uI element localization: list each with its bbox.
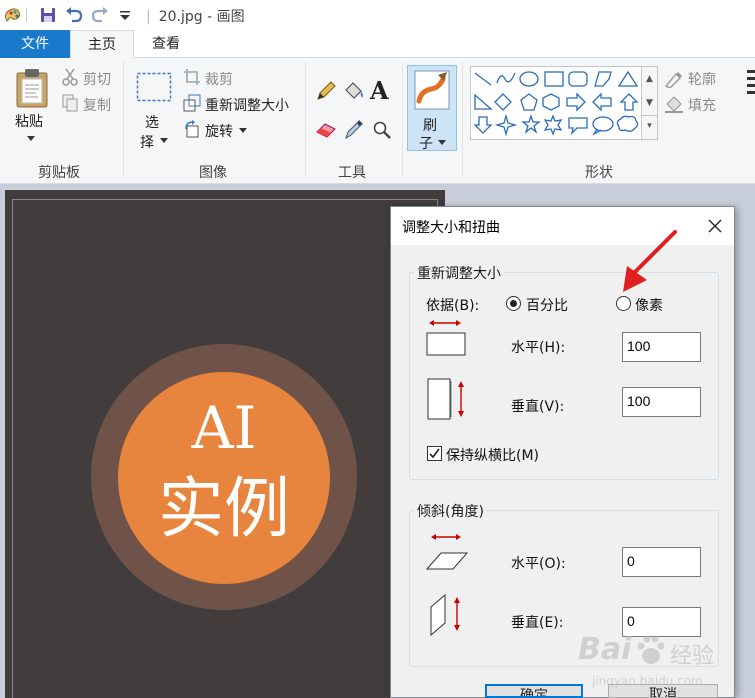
resize-section-label: 重新调整大小 — [414, 263, 504, 283]
keep-ratio-label[interactable]: 保持纵横比(M) — [446, 445, 539, 465]
brushes-label-1: 刷 — [423, 118, 437, 134]
watermark-brand: Bai — [578, 632, 632, 667]
watermark-brand-2: 经验 — [670, 644, 715, 669]
logo-text-example: 实例 — [158, 470, 290, 547]
skew-vertical-label: 垂直(E): — [511, 615, 564, 631]
ribbon-tab-row: 文件 主页 查看 — [0, 30, 755, 59]
rotate-icon[interactable] — [183, 120, 201, 138]
customize-quick-access-icon[interactable] — [115, 5, 135, 25]
gallery-expand-icon[interactable]: ▾ — [642, 115, 657, 139]
brushes-label-2: 子 — [419, 136, 433, 152]
radio-pixels[interactable] — [616, 296, 631, 311]
checkmark-icon — [429, 448, 440, 459]
magnifier-icon[interactable] — [372, 120, 392, 140]
skew-vertical-icon — [430, 593, 460, 637]
rotate-button[interactable]: 旋转 — [205, 121, 233, 141]
paste-button[interactable]: 粘贴 — [15, 111, 43, 131]
select-button-label-2[interactable]: 择 — [140, 132, 154, 152]
save-icon[interactable] — [38, 5, 58, 25]
brush-icon — [414, 70, 450, 110]
watermark: Bai 经验 jingyan.baidu.com — [578, 632, 750, 694]
radio-percent-label[interactable]: 百分比 — [526, 295, 568, 315]
group-label-shapes: 形状 — [585, 165, 613, 181]
group-separator — [462, 62, 463, 177]
crop-button[interactable]: 裁剪 — [205, 69, 233, 89]
dialog-title: 调整大小和扭曲 — [402, 220, 500, 236]
resize-horizontal-input[interactable]: 100 — [622, 332, 701, 362]
paste-icon[interactable] — [14, 68, 50, 108]
copy-button[interactable]: 复制 — [83, 95, 111, 115]
radio-pixels-label[interactable]: 像素 — [635, 295, 663, 315]
color-picker-icon[interactable] — [344, 118, 364, 140]
undo-icon[interactable] — [64, 5, 84, 25]
paste-dropdown-icon[interactable] — [26, 134, 36, 142]
skew-horizontal-label: 水平(O): — [511, 556, 566, 572]
resize-vertical-label: 垂直(V): — [511, 399, 565, 415]
watermark-url: jingyan.baidu.com — [592, 674, 703, 688]
ok-button-label: 确定 — [520, 688, 548, 698]
ok-button[interactable]: 确定 — [485, 684, 583, 698]
brushes-button[interactable]: 刷 子 — [407, 65, 457, 152]
fill-bucket-icon[interactable] — [342, 80, 366, 102]
keep-ratio-checkbox[interactable] — [427, 446, 442, 461]
resize-horizontal-icon — [426, 320, 466, 356]
brushes-dropdown-icon — [438, 140, 446, 145]
tab-view[interactable]: 查看 — [134, 30, 198, 59]
group-separator — [123, 62, 124, 177]
window-title-text: 20.jpg - 画图 — [158, 9, 245, 25]
eraser-icon[interactable] — [315, 120, 337, 138]
select-icon[interactable] — [136, 72, 172, 102]
outline-icon[interactable] — [664, 70, 684, 88]
ribbon: 粘贴 剪切 复制 剪贴板 选 择 裁剪 重新调整大小 旋转 图像 A 工具 刷 … — [0, 58, 755, 184]
resize-vertical-icon — [427, 378, 464, 420]
group-label-image: 图像 — [199, 165, 227, 181]
scroll-down-icon[interactable]: ▼ — [642, 91, 657, 115]
fill-icon[interactable] — [664, 95, 684, 113]
copy-icon[interactable] — [62, 94, 78, 112]
select-button[interactable]: 选 — [145, 112, 159, 132]
resize-skew-dialog: 调整大小和扭曲 重新调整大小 依据(B): 百分比 像素 水平(H): 100 … — [390, 206, 735, 698]
skew-horizontal-input[interactable]: 0 — [622, 547, 701, 577]
radio-percent[interactable] — [506, 296, 521, 311]
logo-text-ai: AI — [191, 394, 257, 462]
title-bar: | 20.jpg - 画图 — [0, 0, 755, 30]
shapes-gallery[interactable] — [470, 66, 642, 140]
shapes-gallery-icons[interactable] — [473, 69, 641, 139]
scroll-up-icon[interactable]: ▲ — [642, 67, 657, 91]
paint-app-icon[interactable] — [2, 5, 22, 25]
redo-icon[interactable] — [90, 5, 110, 25]
skew-horizontal-icon — [425, 534, 469, 570]
annotation-arrow-icon — [623, 230, 677, 292]
qa-divider — [26, 8, 27, 22]
select-dropdown-icon[interactable] — [160, 138, 168, 144]
paw-logo-icon — [637, 635, 665, 664]
resize-horizontal-label: 水平(H): — [511, 340, 566, 356]
fill-button[interactable]: 填充 — [688, 95, 716, 115]
resize-icon[interactable] — [183, 94, 201, 112]
window-title: | 20.jpg - 画图 — [146, 6, 245, 26]
tab-home[interactable]: 主页 — [70, 30, 134, 59]
close-icon[interactable] — [705, 216, 725, 236]
rotate-dropdown-icon[interactable] — [239, 128, 247, 134]
skew-section-label: 倾斜(角度) — [414, 501, 487, 521]
crop-icon[interactable] — [183, 68, 201, 86]
group-label-tools: 工具 — [338, 165, 366, 181]
pencil-icon[interactable] — [315, 80, 337, 102]
group-separator — [402, 62, 403, 177]
tab-file[interactable]: 文件 — [0, 30, 70, 58]
cut-icon[interactable] — [62, 68, 78, 86]
text-tool-icon[interactable]: A — [370, 76, 389, 105]
shapes-gallery-scroll[interactable]: ▲ ▼ ▾ — [642, 66, 658, 140]
by-label: 依据(B): — [426, 298, 480, 314]
group-separator — [305, 62, 306, 177]
dialog-title-bar: 调整大小和扭曲 — [391, 207, 734, 245]
resize-vertical-input[interactable]: 100 — [622, 387, 701, 417]
outline-button[interactable]: 轮廓 — [688, 69, 716, 89]
colors-group-edge — [747, 70, 755, 94]
group-label-clipboard: 剪贴板 — [38, 165, 80, 181]
title-separator: | — [146, 9, 151, 25]
resize-button[interactable]: 重新调整大小 — [205, 95, 289, 115]
cut-button[interactable]: 剪切 — [83, 69, 111, 89]
radio-percent-dot — [510, 300, 517, 307]
